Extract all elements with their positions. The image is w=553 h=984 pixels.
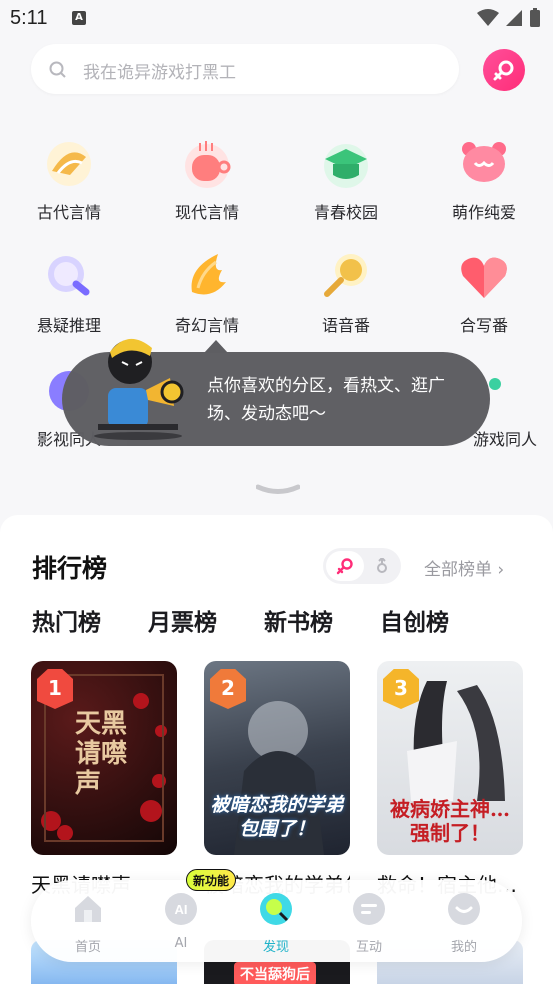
- category-label: 青春校园: [313, 203, 378, 222]
- rank-badge: 2: [210, 669, 246, 709]
- tab-label: 我的: [450, 940, 477, 955]
- female-symbol-icon: [493, 60, 514, 81]
- tab-home[interactable]: 首页: [58, 892, 118, 955]
- category-item[interactable]: 青春校园: [291, 135, 401, 223]
- mascot-icon: [94, 338, 184, 440]
- rank-badge: 3: [383, 669, 419, 709]
- cover-title: 被病娇主神…强制了！: [390, 797, 510, 845]
- tab-label: 发现: [262, 940, 289, 955]
- category-item[interactable]: 奇幻言情: [152, 248, 262, 336]
- heart-icon: [455, 248, 513, 306]
- new-feature-badge: 新功能: [186, 869, 237, 891]
- tab-label: 首页: [74, 940, 101, 955]
- status-icons: [477, 8, 541, 28]
- fan-icon: [40, 135, 98, 193]
- tab-label: 互动: [355, 940, 382, 955]
- tab-discover[interactable]: 发现: [246, 892, 306, 955]
- search-bar[interactable]: 我在诡异游戏打黑工: [31, 44, 459, 94]
- grad-cap-icon: [317, 135, 375, 193]
- book-card[interactable]: 2 被暗恋我的学弟包围了！ 被暗恋我的学弟包围了: [204, 661, 350, 898]
- cover-title: 天黑请噤声: [75, 709, 128, 799]
- status-bar: 5:11 A: [0, 0, 553, 38]
- profile-icon: [448, 893, 480, 925]
- category-item[interactable]: 古代言情: [14, 135, 124, 223]
- tab-monthly[interactable]: 月票榜: [148, 603, 217, 637]
- tab-label: AI: [174, 936, 188, 951]
- chevron-down-icon[interactable]: [256, 484, 300, 498]
- category-item[interactable]: 悬疑推理: [14, 248, 124, 336]
- search-icon: [49, 61, 66, 78]
- tab-hot[interactable]: 热门榜: [32, 603, 101, 637]
- signal-icon: [506, 10, 522, 26]
- category-label: 古代言情: [36, 203, 101, 222]
- cover-title: 被暗恋我的学弟包围了！: [210, 794, 344, 840]
- peek-caption: 不当舔狗后: [234, 962, 316, 984]
- tab-interact[interactable]: 互动: [339, 892, 399, 955]
- chat-icon: [353, 893, 385, 925]
- book-cover[interactable]: 1 天黑请噤声: [31, 661, 177, 855]
- gender-toggle[interactable]: [323, 548, 401, 584]
- category-label: 语音番: [321, 316, 370, 335]
- gender-switch-button[interactable]: [483, 49, 525, 91]
- category-label: 萌作纯爱: [451, 203, 516, 222]
- wing-icon: [178, 248, 236, 306]
- tab-ai[interactable]: AI AI: [151, 892, 211, 951]
- microphone-icon: [317, 248, 375, 306]
- category-item[interactable]: 语音番: [291, 248, 401, 336]
- category-label: 现代言情: [174, 203, 239, 222]
- search-input[interactable]: 我在诡异游戏打黑工: [83, 58, 236, 83]
- tab-new[interactable]: 新书榜: [264, 603, 333, 637]
- female-symbol-icon: [336, 558, 353, 575]
- ranking-title: 排行榜: [32, 554, 108, 583]
- tab-profile[interactable]: 我的: [434, 892, 494, 955]
- book-cover[interactable]: 2 被暗恋我的学弟包围了！: [204, 661, 350, 855]
- battery-icon: [530, 8, 540, 27]
- notification-icon: A: [72, 11, 86, 25]
- male-symbol-icon: [377, 558, 387, 573]
- book-card[interactable]: 1 天黑请噤声 天黑请噤声: [31, 661, 177, 898]
- ai-icon: AI: [165, 893, 197, 925]
- category-item[interactable]: 合写番: [429, 248, 539, 336]
- male-toggle-option[interactable]: [367, 551, 397, 581]
- tooltip-text: 点你喜欢的分区，看热文、逛广场、发动态吧～: [207, 376, 445, 424]
- book-cover[interactable]: 3 被病娇主神…强制了！: [377, 661, 523, 855]
- ranking-tabs: 热门榜 月票榜 新书榜 自创榜: [32, 603, 449, 637]
- category-label: 合写番: [459, 316, 508, 335]
- all-rankings-link[interactable]: 全部榜单 ›: [424, 555, 504, 580]
- category-item[interactable]: 萌作纯爱: [429, 135, 539, 223]
- female-toggle-option[interactable]: [326, 551, 364, 581]
- cute-face-icon: [455, 135, 513, 193]
- wifi-icon: [477, 9, 499, 26]
- category-item[interactable]: 现代言情: [152, 135, 262, 223]
- teacup-icon: [178, 135, 236, 193]
- tab-original[interactable]: 自创榜: [380, 603, 449, 637]
- book-card[interactable]: 3 被病娇主神…强制了！ 救命！宿主他…: [377, 661, 523, 898]
- magnifier-icon: [40, 248, 98, 306]
- discover-icon: [260, 893, 292, 925]
- status-time: 5:11: [10, 7, 48, 29]
- svg-text:AI: AI: [175, 902, 188, 917]
- rank-badge: 1: [37, 669, 73, 709]
- bottom-tab-bar: 首页 AI AI 发现 互动 我的: [31, 880, 522, 962]
- home-icon: [75, 896, 101, 922]
